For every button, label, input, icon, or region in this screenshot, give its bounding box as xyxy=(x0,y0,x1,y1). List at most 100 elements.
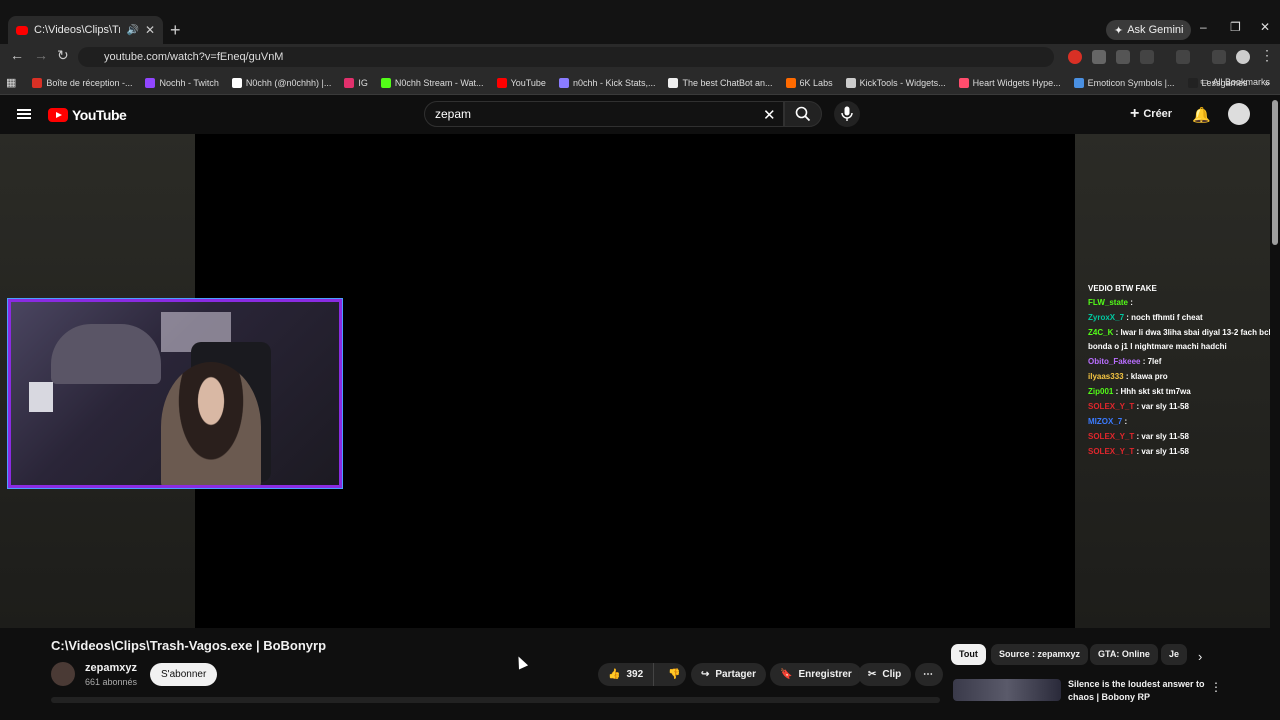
new-tab-icon[interactable]: + xyxy=(170,20,181,41)
chevron-right-icon[interactable]: › xyxy=(1198,649,1202,664)
webcam-overlay xyxy=(8,299,342,488)
reload-icon[interactable]: ↻ xyxy=(57,47,69,64)
recommendation-menu-icon[interactable]: ⋮ xyxy=(1210,680,1222,694)
chat-text: noch tfhmti f cheat xyxy=(1131,313,1203,322)
recommendation-title[interactable]: Silence is the loudest answer to chaos |… xyxy=(1068,678,1208,704)
scrollbar-thumb[interactable] xyxy=(1272,100,1278,245)
bookmark-favicon-icon xyxy=(496,77,507,88)
bookmark-item[interactable]: YouTube xyxy=(496,77,546,88)
bookmark-item[interactable]: Emoticon Symbols |... xyxy=(1073,77,1175,88)
extension-icon[interactable] xyxy=(1068,50,1082,64)
bookmark-item[interactable]: Heart Widgets Hype... xyxy=(958,77,1061,88)
share-label: Partager xyxy=(715,669,756,680)
video-title: C:\Videos\Clips\Trash-Vagos.exe | BoBony… xyxy=(51,638,327,653)
media-icon[interactable] xyxy=(1212,50,1226,64)
clear-search-icon[interactable]: ✕ xyxy=(763,106,776,124)
minimize-icon[interactable]: – xyxy=(1200,20,1207,34)
bookmark-label: N0chh Stream - Wat... xyxy=(394,77,484,88)
dislike-button[interactable]: 👎 xyxy=(660,663,688,686)
bookmark-item[interactable]: Nochh - Twitch xyxy=(145,77,219,88)
chat-separator: : xyxy=(1128,298,1133,307)
speaker-icon[interactable]: 🔊 xyxy=(126,25,138,36)
forward-icon[interactable]: → xyxy=(34,47,48,63)
search-icon xyxy=(795,106,811,122)
chat-separator: : xyxy=(1122,417,1128,426)
bookmark-favicon-icon xyxy=(1187,77,1198,88)
chip-more[interactable]: Je xyxy=(1161,644,1187,665)
back-icon[interactable]: ← xyxy=(10,47,24,63)
chat-username: SOLEX_Y_T xyxy=(1088,402,1135,411)
chat-message: SOLEX_Y_T : var sly 11-58 xyxy=(1088,400,1278,414)
bookmark-item[interactable]: N0chh Stream - Wat... xyxy=(380,77,484,88)
bookmark-item[interactable]: n0chh - Kick Stats,... xyxy=(558,77,655,88)
chat-text: var sly 11-58 xyxy=(1141,447,1189,456)
close-tab-icon[interactable]: ✕ xyxy=(145,23,155,37)
chat-message: MIZOX_7 : xyxy=(1088,415,1278,429)
all-bookmarks[interactable]: ▭ All Bookmarks xyxy=(1200,76,1270,87)
sparkle-icon: ✦ xyxy=(1114,24,1124,37)
apps-icon[interactable]: ▦ xyxy=(6,76,16,89)
stream-chat-overlay: VEDIO BTW FAKE FLW_state : ZyroxX_7 : no… xyxy=(1088,281,1278,460)
youtube-logo[interactable]: YouTube xyxy=(48,107,127,123)
search-button[interactable] xyxy=(784,101,822,127)
recommendation-thumbnail[interactable] xyxy=(953,679,1061,701)
extension-icon[interactable] xyxy=(1092,50,1106,64)
youtube-favicon-icon xyxy=(16,25,28,35)
save-button[interactable]: 🔖 Enregistrer xyxy=(770,663,862,686)
subscribe-button[interactable]: S'abonner xyxy=(150,663,218,686)
chat-username: Obito_Fakeee xyxy=(1088,357,1141,366)
subscriber-count: 661 abonnés xyxy=(85,677,138,687)
channel-name[interactable]: zepamxyz xyxy=(85,662,137,674)
hamburger-menu-icon[interactable] xyxy=(17,109,31,119)
search-input[interactable]: zepam xyxy=(424,101,784,127)
bookmark-favicon-icon xyxy=(1073,77,1084,88)
maximize-icon[interactable]: ❐ xyxy=(1230,20,1241,34)
bookmark-item[interactable]: 6K Labs xyxy=(785,77,833,88)
notifications-bell-icon[interactable]: 🔔 xyxy=(1192,106,1211,124)
webcam-bed xyxy=(51,324,161,384)
bookmark-label: Boîte de réception -... xyxy=(46,77,133,88)
browser-menu-icon[interactable]: ⋮ xyxy=(1260,47,1274,64)
bookmark-item[interactable]: The best ChatBot an... xyxy=(668,77,773,88)
bookmark-item[interactable]: KickTools - Widgets... xyxy=(845,77,946,88)
share-button[interactable]: ↪ Partager xyxy=(691,663,766,686)
ask-gemini-button[interactable]: ✦ Ask Gemini xyxy=(1106,20,1192,40)
cast-icon[interactable] xyxy=(1176,50,1190,64)
bookmark-label: KickTools - Widgets... xyxy=(859,77,946,88)
chat-header: VEDIO BTW FAKE xyxy=(1088,284,1157,293)
chat-text: 7lef xyxy=(1147,357,1162,366)
bookmark-item[interactable]: N0chh (@n0chhh) |... xyxy=(231,77,331,88)
thumbs-down-icon: 👎 xyxy=(668,669,681,680)
youtube-play-icon xyxy=(48,108,68,122)
youtube-logo-text: YouTube xyxy=(72,107,127,123)
extension-icon[interactable] xyxy=(1116,50,1130,64)
bookmark-favicon-icon xyxy=(668,77,679,88)
bookmark-favicon-icon xyxy=(231,77,242,88)
chat-message: ZyroxX_7 : noch tfhmti f cheat xyxy=(1088,311,1278,325)
profile-icon[interactable] xyxy=(1236,50,1250,64)
bookmark-label: IG xyxy=(358,77,368,88)
more-actions-button[interactable]: ⋯ xyxy=(915,663,943,686)
create-button[interactable]: + Créer xyxy=(1124,101,1178,127)
clip-button[interactable]: ✂ Clip xyxy=(858,663,912,686)
chip-source[interactable]: Source : zepamxyz xyxy=(991,644,1089,665)
browser-tab[interactable]: C:\Videos\Clips\Trash-Vago 🔊 ✕ xyxy=(8,16,163,44)
extensions-puzzle-icon[interactable] xyxy=(1140,50,1154,64)
chip-gta[interactable]: GTA: Online xyxy=(1090,644,1158,665)
chat-username: SOLEX_Y_T xyxy=(1088,447,1135,456)
bookmark-favicon-icon xyxy=(785,77,796,88)
close-window-icon[interactable]: ✕ xyxy=(1260,20,1270,34)
bookmark-item[interactable]: Boîte de réception -... xyxy=(32,77,133,88)
bookmark-favicon-icon xyxy=(344,77,355,88)
like-button[interactable]: 👍 392 xyxy=(598,663,655,686)
chat-message: SOLEX_Y_T : var sly 11-58 xyxy=(1088,445,1278,459)
chip-all[interactable]: Tout xyxy=(951,644,986,665)
voice-search-button[interactable] xyxy=(834,101,860,127)
url-input[interactable]: youtube.com/watch?v=fEneq/guVnM xyxy=(78,47,1054,67)
account-avatar[interactable] xyxy=(1228,103,1250,125)
chat-username: ZyroxX_7 xyxy=(1088,313,1125,322)
bookmark-label: Emoticon Symbols |... xyxy=(1087,77,1175,88)
bookmark-item[interactable]: IG xyxy=(344,77,368,88)
channel-avatar[interactable] xyxy=(51,662,75,686)
chat-username: ilyaas333 xyxy=(1088,372,1124,381)
